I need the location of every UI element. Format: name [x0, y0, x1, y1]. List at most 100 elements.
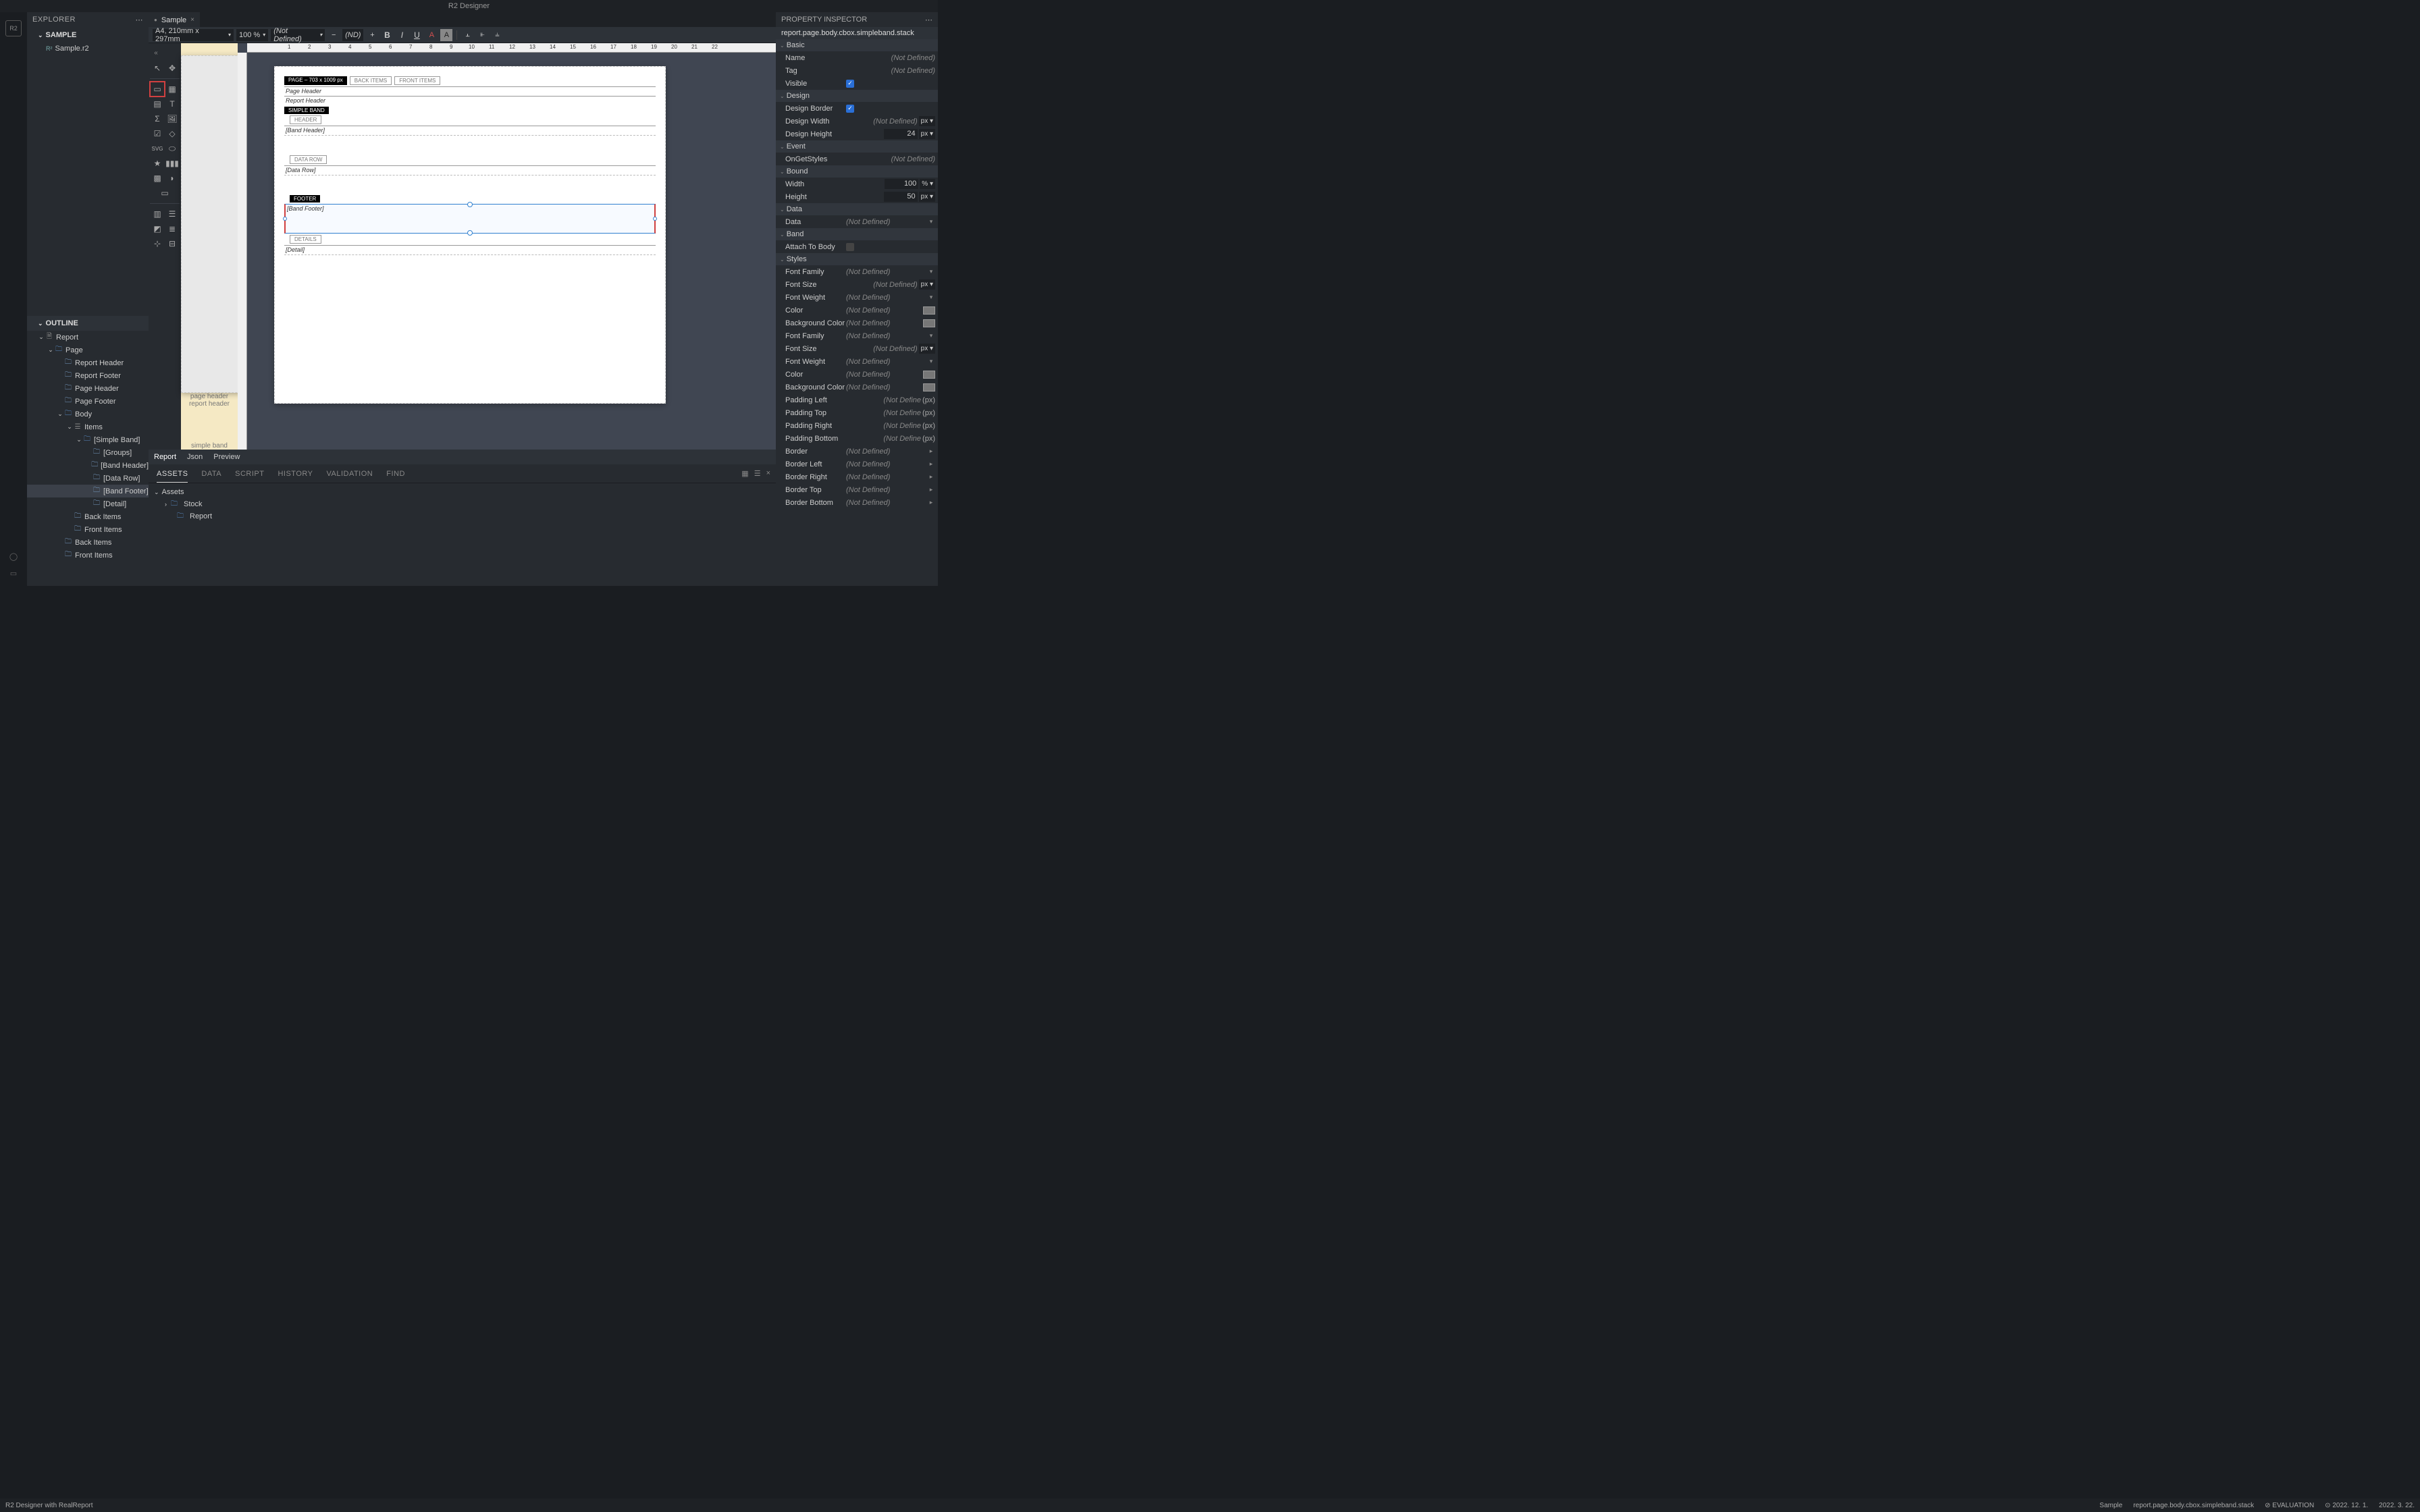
grid-tool-icon[interactable]: ▤ — [150, 97, 165, 111]
move-tool-icon[interactable]: ✥ — [165, 61, 180, 76]
prop-value[interactable]: (Not Defined)▾ — [846, 218, 938, 226]
datarow-tag[interactable]: DATA ROW — [290, 155, 327, 164]
explorer-menu-icon[interactable]: ⋯ — [136, 16, 144, 24]
prop-value[interactable]: (Not Define(px) — [846, 435, 938, 443]
frame-tool-icon[interactable]: ▭ — [150, 186, 180, 200]
prop-value[interactable]: (Not Define(px) — [846, 422, 938, 430]
chevron-down-icon[interactable]: ⌄ — [66, 423, 73, 431]
project-header[interactable]: ⌄SAMPLE — [27, 28, 149, 42]
color-swatch-icon[interactable] — [923, 383, 935, 392]
band-pageheader-label[interactable]: page header — [181, 393, 238, 400]
prop-value[interactable]: (Not Defined) — [846, 67, 938, 75]
tab-data[interactable]: DATA — [201, 470, 221, 478]
app-logo-icon[interactable]: R2 — [5, 20, 22, 36]
bold-button[interactable]: B — [381, 29, 393, 41]
align-middle-icon[interactable]: ⫦ — [476, 29, 488, 41]
assets-report[interactable]: 🗀Report — [154, 510, 770, 522]
back-items-tag[interactable]: BACK ITEMS — [350, 76, 392, 85]
tab-assets[interactable]: ASSETS — [157, 470, 188, 483]
tab-validation[interactable]: VALIDATION — [326, 470, 373, 478]
color-swatch-icon[interactable] — [923, 371, 935, 379]
list-tool-icon[interactable]: ☰ — [165, 207, 180, 221]
outline-item[interactable]: ⌄☰Items — [27, 421, 149, 433]
outline-item[interactable]: 🗀[Data Row] — [27, 472, 149, 485]
tab-report[interactable]: Report — [154, 453, 176, 461]
chevron-down-icon[interactable]: ⌄ — [38, 333, 45, 341]
font-select[interactable]: (Not Defined)▾ — [271, 29, 325, 41]
chevron-down-icon[interactable]: ⌄ — [47, 346, 54, 354]
outline-item[interactable]: ⌄🗀[Simple Band] — [27, 433, 149, 446]
prop-value[interactable]: (Not Defined)▾ — [846, 294, 938, 302]
prop-value[interactable]: ✓ — [846, 80, 938, 88]
prop-group-header[interactable]: ⌄Bound — [776, 165, 938, 178]
check-tool-icon[interactable]: ☑ — [150, 126, 165, 141]
prop-value[interactable]: (Not Define(px) — [846, 409, 938, 417]
tab-sample[interactable]: ● Sample × — [149, 12, 200, 27]
page-surface[interactable]: PAGE – 703 x 1009 px BACK ITEMS FRONT IT… — [274, 66, 666, 404]
prop-value[interactable]: (Not Defined) — [846, 306, 938, 315]
outline-item[interactable]: 🗀[Groups] — [27, 446, 149, 459]
increase-button[interactable]: + — [366, 29, 378, 41]
table-tool-icon[interactable]: ▦ — [165, 82, 180, 97]
star-tool-icon[interactable]: ★ — [150, 156, 165, 171]
prop-value[interactable]: (Not Defined)▸ — [846, 448, 938, 456]
file-item[interactable]: R²Sample.r2 — [27, 42, 149, 55]
design-canvas[interactable]: 12345678910111213141516171819202122 PAGE… — [238, 43, 776, 450]
detail-band[interactable]: [Detail] — [284, 246, 656, 254]
settings-icon[interactable]: ▭ — [10, 569, 17, 578]
outline-item[interactable]: ⌄🗀Page — [27, 344, 149, 356]
prop-value[interactable]: (Not Defined)px ▾ — [846, 344, 938, 354]
prop-group-header[interactable]: ⌄Band — [776, 228, 938, 240]
report-header-band[interactable]: Report Header — [284, 97, 656, 105]
prop-value[interactable]: (Not Defined)▾ — [846, 268, 938, 276]
chart-tool-icon[interactable]: ◗ — [165, 171, 180, 186]
prop-value[interactable]: 100% ▾ — [846, 179, 938, 189]
outline-header[interactable]: ⌄OUTLINE — [27, 316, 149, 331]
prop-value[interactable]: (Not Defined)▸ — [846, 460, 938, 468]
italic-button[interactable]: I — [396, 29, 408, 41]
prop-group-header[interactable]: ⌄Basic — [776, 39, 938, 51]
sum-tool-icon[interactable]: Σ — [150, 111, 165, 126]
tab-history[interactable]: HISTORY — [278, 470, 313, 478]
checkbox-icon[interactable]: ✓ — [846, 80, 854, 88]
prop-value[interactable]: (Not Define(px) — [846, 396, 938, 404]
outline-item[interactable]: ⌄🗀Body — [27, 408, 149, 421]
prop-group-header[interactable]: ⌄Data — [776, 203, 938, 215]
color-swatch-icon[interactable] — [923, 306, 935, 315]
prop-value[interactable]: (Not Defined)▾ — [846, 332, 938, 340]
align-bottom-icon[interactable]: ⫨ — [491, 29, 503, 41]
prop-value[interactable]: (Not Defined)▸ — [846, 473, 938, 481]
prop-group-header[interactable]: ⌄Design — [776, 90, 938, 102]
decrease-button[interactable]: − — [327, 29, 340, 41]
zoom-select[interactable]: 100 %▾ — [236, 29, 268, 41]
prop-value[interactable]: ✓ — [846, 105, 938, 113]
prop-value[interactable]: (Not Defined)▸ — [846, 486, 938, 494]
chevron-down-icon[interactable]: ⌄ — [76, 436, 82, 443]
underline-button[interactable]: U — [411, 29, 423, 41]
prop-value[interactable]: (Not Defined)px ▾ — [846, 279, 938, 290]
user-icon[interactable]: ◯ — [9, 552, 18, 561]
row-tool-icon[interactable]: ⊟ — [165, 236, 180, 251]
barcode-tool-icon[interactable]: ▮▮▮ — [165, 156, 180, 171]
prop-value[interactable]: (Not Defined) — [846, 155, 938, 163]
chevron-down-icon[interactable]: ⌄ — [57, 410, 63, 418]
outline-item[interactable]: 🗀[Band Header] — [27, 459, 149, 472]
prop-value[interactable]: (Not Defined) — [846, 371, 938, 379]
color-swatch-icon[interactable] — [923, 319, 935, 327]
tab-script[interactable]: SCRIPT — [235, 470, 264, 478]
toggle-tool-icon[interactable]: ⬭ — [165, 141, 180, 156]
band-header-band[interactable]: [Band Header] — [284, 126, 656, 134]
data-row-band[interactable]: [Data Row] — [284, 166, 656, 174]
rect-tool-icon[interactable]: ▭ — [150, 82, 165, 97]
image-tool-icon[interactable]: 🖼 — [165, 111, 180, 126]
outline-item[interactable]: 🗀[Band Footer] — [27, 485, 149, 497]
band-footer-selected[interactable]: [Band Footer] — [284, 204, 656, 234]
prop-group-header[interactable]: ⌄Event — [776, 140, 938, 153]
qr-tool-icon[interactable]: ▩ — [150, 171, 165, 186]
tab-json[interactable]: Json — [187, 453, 203, 461]
outline-item[interactable]: 🗀Page Footer — [27, 395, 149, 408]
prop-value[interactable]: (Not Defined)▸ — [846, 499, 938, 507]
outline-item[interactable]: 🗀Back Items — [27, 510, 149, 523]
text-color-button[interactable]: A — [425, 29, 438, 41]
bg-color-button[interactable]: A — [440, 29, 452, 41]
